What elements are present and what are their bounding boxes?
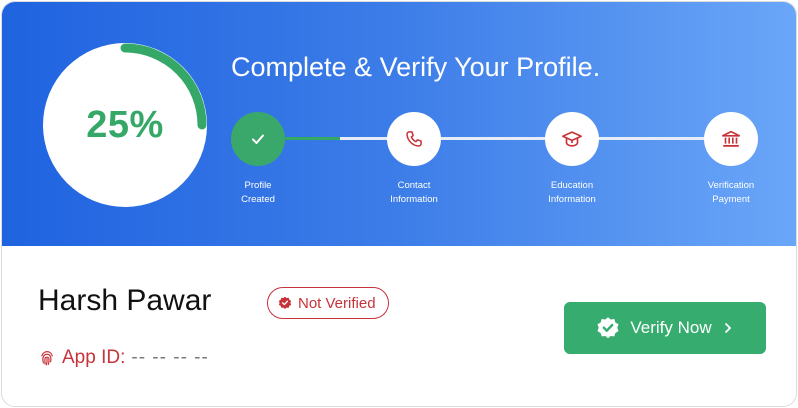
step-label-education-information: Education Information	[517, 179, 627, 207]
verify-now-button[interactable]: Verify Now	[564, 302, 766, 354]
app-id-value: -- -- -- --	[131, 347, 209, 368]
progress-track-completed	[285, 137, 340, 140]
step-label-line2: Payment	[712, 194, 750, 205]
page-title: Complete & Verify Your Profile.	[231, 52, 601, 82]
step-label-contact-information: Contact Information	[359, 179, 469, 207]
check-icon	[252, 134, 264, 144]
status-badge-label: Not Verified	[298, 294, 376, 312]
alert-badge-icon	[278, 296, 292, 309]
chevron-right-icon	[724, 323, 731, 333]
phone-icon	[406, 131, 422, 147]
bank-icon	[721, 130, 741, 147]
step-label-line2: Information	[390, 194, 438, 205]
step-contact-information	[387, 112, 441, 166]
app-id-label: App ID:	[62, 347, 126, 368]
step-profile-created	[231, 112, 285, 166]
step-label-line2: Information	[548, 194, 596, 205]
progress-banner: 25% Complete & Verify Your Profile. Prof…	[2, 2, 796, 246]
graduation-cap-icon	[562, 131, 582, 147]
step-label-line1: Contact	[397, 180, 431, 191]
verified-badge-icon	[597, 317, 619, 339]
status-badge: Not Verified	[267, 287, 389, 319]
step-label-line2: Created	[241, 194, 275, 205]
step-label-line1: Profile	[244, 180, 272, 191]
profile-completion-card: 25% Complete & Verify Your Profile. Prof…	[1, 1, 797, 407]
fingerprint-icon	[41, 351, 53, 366]
step-label-line1: Education	[550, 180, 594, 191]
step-education-information	[545, 112, 599, 166]
verify-now-label: Verify Now	[630, 318, 712, 337]
progress-percent: 25%	[86, 103, 164, 146]
step-label-profile-created: Profile Created	[203, 179, 313, 207]
step-label-verification-payment: Verification Payment	[676, 179, 786, 207]
app-id: App ID: -- -- -- --	[38, 347, 209, 369]
step-label-line1: Verification	[707, 180, 755, 191]
step-verification-payment	[704, 112, 758, 166]
profile-name: Harsh Pawar	[38, 284, 212, 317]
